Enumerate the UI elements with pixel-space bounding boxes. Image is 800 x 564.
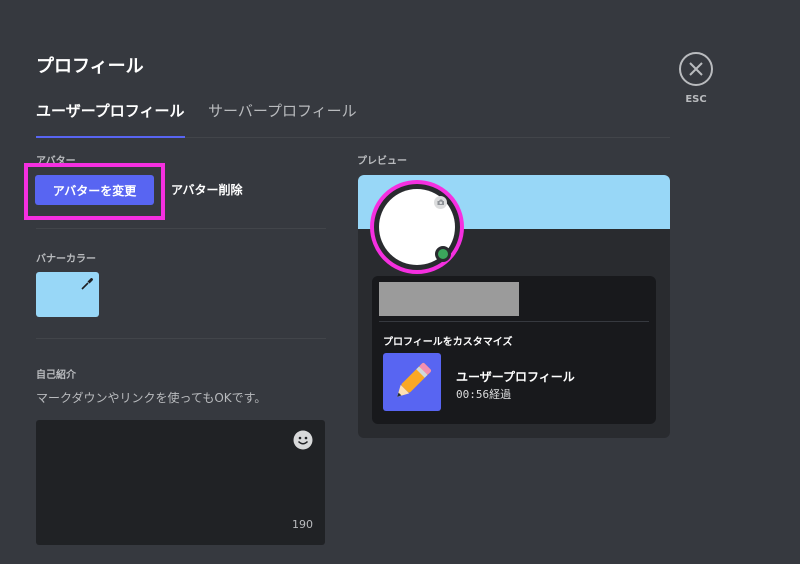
change-avatar-button[interactable]: アバターを変更 [35,175,154,205]
tab-server-profile[interactable]: サーバープロフィール [208,100,357,135]
emoji-icon[interactable] [293,430,313,450]
character-counter: 190 [292,518,313,531]
elapsed-time: 00:56経過 [456,388,512,401]
info-divider [379,321,649,322]
preview-info-card: プロフィールをカスタマイズ ユーザープロフィール 00:56経過 [372,276,656,424]
app-icon[interactable] [383,353,441,411]
profile-preview-card: プロフィールをカスタマイズ ユーザープロフィール 00:56経過 [358,175,670,438]
bio-hint-text: マークダウンやリンクを使ってもOKです。 [36,391,267,405]
online-status-icon [435,246,451,262]
profile-tabs: ユーザープロフィール サーバープロフィール [36,100,670,138]
bio-textarea[interactable]: 190 [36,420,325,545]
page-title: プロフィール [36,56,144,77]
banner-color-swatch[interactable] [36,272,99,317]
eyedropper-icon [81,278,93,290]
username-placeholder [379,282,519,316]
remove-avatar-button[interactable]: アバター削除 [171,181,243,198]
avatar-highlight-ring [370,180,464,274]
section-divider [36,338,326,339]
close-control[interactable]: ESC [679,52,713,105]
section-divider [36,228,326,229]
activity-title: プロフィールをカスタマイズ [383,337,513,348]
bio-section-label: 自己紹介 [36,370,76,381]
close-icon [689,62,703,76]
banner-color-label: バナーカラー [36,254,96,265]
avatar-edit-icon[interactable] [434,196,447,209]
pencil-icon [397,363,431,397]
esc-label: ESC [685,94,707,105]
tab-user-profile[interactable]: ユーザープロフィール [36,100,185,138]
app-name: ユーザープロフィール [456,370,575,384]
close-button[interactable] [679,52,713,86]
preview-label: プレビュー [357,156,407,167]
